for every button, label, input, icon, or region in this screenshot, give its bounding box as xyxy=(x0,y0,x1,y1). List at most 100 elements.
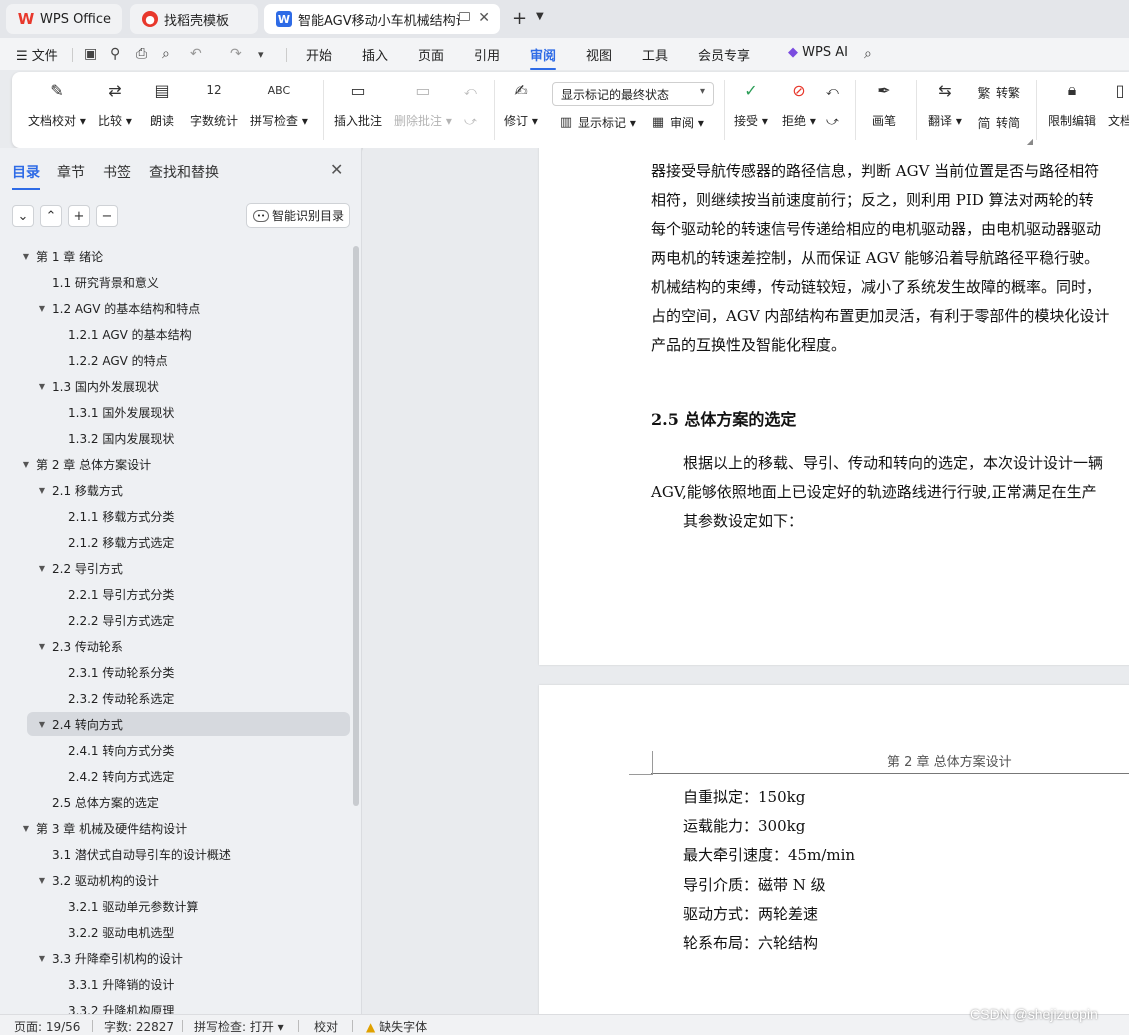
toc-item[interactable]: ▼ 3.3 升降牵引机构的设计 xyxy=(0,946,352,970)
toc-item[interactable]: ▼ 2.4 转向方式 xyxy=(27,712,350,736)
expand-toggle-icon[interactable]: ▼ xyxy=(20,460,32,469)
doc-proofread-button[interactable]: ✎ 文档校对 ▾ xyxy=(28,78,86,129)
chevron-down-icon[interactable]: ▼ xyxy=(536,11,544,22)
page-indicator[interactable]: 页面: 19/56 xyxy=(14,1018,80,1035)
to-traditional-button[interactable]: 繁 转繁 xyxy=(976,84,1020,102)
expand-toggle-icon[interactable]: ▼ xyxy=(36,564,48,573)
tab-wps-office[interactable]: W WPS Office xyxy=(6,4,122,34)
expand-toggle-icon[interactable]: ▼ xyxy=(36,382,48,391)
menu-tools[interactable]: 工具 xyxy=(642,45,668,64)
toc-item[interactable]: 1.2.2 AGV 的特点 xyxy=(0,348,352,372)
reject-button[interactable]: ⊘ 拒绝 ▾ xyxy=(782,78,816,129)
translate-button[interactable]: ⇆ 翻译 ▾ xyxy=(928,78,962,129)
undo-icon[interactable]: ↶ xyxy=(190,46,202,62)
nav-tab-find-replace[interactable]: 查找和替换 xyxy=(149,162,219,182)
toc-item[interactable]: 2.4.2 转向方式选定 xyxy=(0,764,352,788)
expand-toggle-icon[interactable]: ▼ xyxy=(36,954,48,963)
tab-docer-templates[interactable]: ● 找稻壳模板 xyxy=(130,4,258,34)
share-icon[interactable]: ⚲ xyxy=(110,46,120,62)
menu-view[interactable]: 视图 xyxy=(586,45,612,64)
toc-item[interactable]: 2.2.2 导引方式选定 xyxy=(0,608,352,632)
remove-heading-button[interactable]: − xyxy=(96,205,118,227)
prev-comment-icon[interactable]: ⤺ xyxy=(464,84,477,99)
review-pane-button[interactable]: ▦ 审阅 ▾ xyxy=(650,114,704,131)
read-aloud-button[interactable]: ▤ 朗读 xyxy=(150,78,174,129)
expand-up-button[interactable]: ⌃ xyxy=(40,205,62,227)
expand-toggle-icon[interactable]: ▼ xyxy=(36,486,48,495)
menu-page[interactable]: 页面 xyxy=(418,45,444,64)
toc-item[interactable]: 1.2.1 AGV 的基本结构 xyxy=(0,322,352,346)
next-comment-icon[interactable]: ⤻ xyxy=(464,114,477,129)
menu-insert[interactable]: 插入 xyxy=(362,45,388,64)
document-page[interactable]: 第 2 章 总体方案设计 自重拟定：150kg 运载能力：300kg 最大牵引速度：… xyxy=(539,685,1129,1014)
toc-item[interactable]: ▼ 2.1 移载方式 xyxy=(0,478,352,502)
collapse-all-button[interactable]: ⌄ xyxy=(12,205,34,227)
new-tab-button[interactable]: + xyxy=(512,8,527,29)
toc-item[interactable]: 1.1 研究背景和意义 xyxy=(0,270,352,294)
toc-item[interactable]: ▼ 1.3 国内外发展现状 xyxy=(0,374,352,398)
menu-reference[interactable]: 引用 xyxy=(474,45,500,64)
toc-item[interactable]: ▼ 第 2 章 总体方案设计 xyxy=(0,452,352,476)
toc-item[interactable]: 3.3.1 升降销的设计 xyxy=(0,972,352,996)
tab-document[interactable]: W 智能AGV移动小车机械结构设计 ✕ xyxy=(264,4,500,34)
toc-item[interactable]: ▼ 2.3 传动轮系 xyxy=(0,634,352,658)
toc-item[interactable]: 2.3.1 传动轮系分类 xyxy=(0,660,352,684)
add-heading-button[interactable]: + xyxy=(68,205,90,227)
expand-toggle-icon[interactable]: ▼ xyxy=(20,824,32,833)
save-icon[interactable]: ▣ xyxy=(84,46,97,62)
to-simplified-button[interactable]: 简 转简 xyxy=(976,114,1020,132)
expand-toggle-icon[interactable]: ▼ xyxy=(36,876,48,885)
revise-button[interactable]: ✍ 修订 ▾ xyxy=(504,78,538,129)
toc-item[interactable]: 1.3.1 国外发展现状 xyxy=(0,400,352,424)
insert-comment-button[interactable]: ▭ 插入批注 xyxy=(334,78,382,129)
expand-toggle-icon[interactable]: ▼ xyxy=(20,252,32,261)
proofread-status[interactable]: 校对 xyxy=(314,1018,338,1035)
print-preview-icon[interactable]: ⌕ xyxy=(162,46,170,62)
toc-item[interactable]: 3.2.1 驱动单元参数计算 xyxy=(0,894,352,918)
spell-check-button[interactable]: ABC 拼写检查 ▾ xyxy=(250,78,308,129)
markup-mode-select[interactable]: 显示标记的最终状态 ▾ xyxy=(552,82,714,106)
document-canvas[interactable]: 器接受导航传感器的路径信息，判断 AGV 当前位置是否与路径相符 相符，则继续按当… xyxy=(363,148,1129,1014)
missing-font-warning[interactable]: ▲ 缺失字体 xyxy=(366,1018,427,1035)
toc-item[interactable]: 2.4.1 转向方式分类 xyxy=(0,738,352,762)
search-icon[interactable]: ⌕ xyxy=(864,46,872,62)
toc-item[interactable]: 2.1.1 移载方式分类 xyxy=(0,504,352,528)
menu-review[interactable]: 审阅 xyxy=(530,45,557,70)
toc-item[interactable]: ▼ 3.2 驱动机构的设计 xyxy=(0,868,352,892)
spell-check-status[interactable]: 拼写检查: 打开 ▾ xyxy=(194,1018,284,1035)
scrollbar[interactable] xyxy=(353,246,359,806)
toc-item[interactable]: 3.2.2 驱动电机选型 xyxy=(0,920,352,944)
toc-item[interactable]: 2.3.2 传动轮系选定 xyxy=(0,686,352,710)
restrict-edit-button[interactable]: 🔒︎ 限制编辑 xyxy=(1048,78,1096,129)
menu-member[interactable]: 会员专享 xyxy=(698,45,750,64)
ai-toc-button[interactable]: •• 智能识别目录 xyxy=(246,203,350,228)
word-count-button[interactable]: 12 字数统计 xyxy=(190,78,238,129)
nav-tab-bookmarks[interactable]: 书签 xyxy=(103,162,131,182)
expand-toggle-icon[interactable]: ▼ xyxy=(36,720,48,729)
nav-tab-toc[interactable]: 目录 xyxy=(12,162,40,190)
wps-ai-button[interactable]: ◆ WPS AI xyxy=(788,45,848,60)
close-tab-icon[interactable]: ✕ xyxy=(478,10,490,26)
show-markup-button[interactable]: ▥ 显示标记 ▾ xyxy=(558,114,636,131)
close-icon[interactable]: ✕ xyxy=(330,160,343,179)
accept-button[interactable]: ✓ 接受 ▾ xyxy=(734,78,768,129)
expand-toggle-icon[interactable]: ▼ xyxy=(36,642,48,651)
nav-tab-chapters[interactable]: 章节 xyxy=(57,162,85,182)
toc-item[interactable]: ▼ 第 3 章 机械及硬件结构设计 xyxy=(0,816,352,840)
word-count-indicator[interactable]: 字数: 22827 xyxy=(104,1018,174,1035)
toc-item[interactable]: ▼ 第 1 章 绪论 xyxy=(0,244,352,268)
expand-group-icon[interactable]: ◢ xyxy=(1027,137,1033,146)
prev-change-icon[interactable]: ⤺ xyxy=(826,84,839,99)
toc-item[interactable]: 2.1.2 移载方式选定 xyxy=(0,530,352,554)
redo-icon[interactable]: ↷ xyxy=(230,46,242,62)
toc-item[interactable]: ▼ 2.2 导引方式 xyxy=(0,556,352,580)
print-icon[interactable]: ⎙ xyxy=(136,46,147,62)
compare-button[interactable]: ⇄ 比较 ▾ xyxy=(98,78,132,129)
document-more-button[interactable]: ▯ 文档 xyxy=(1108,78,1129,129)
expand-toggle-icon[interactable]: ▼ xyxy=(36,304,48,313)
toc-item[interactable]: ▼ 1.2 AGV 的基本结构和特点 xyxy=(0,296,352,320)
toc-item[interactable]: 1.3.2 国内发展现状 xyxy=(0,426,352,450)
tab-window-icon[interactable] xyxy=(459,12,470,21)
file-menu[interactable]: ☰ 文件 xyxy=(16,45,58,64)
pen-button[interactable]: ✒ 画笔 xyxy=(872,78,896,129)
